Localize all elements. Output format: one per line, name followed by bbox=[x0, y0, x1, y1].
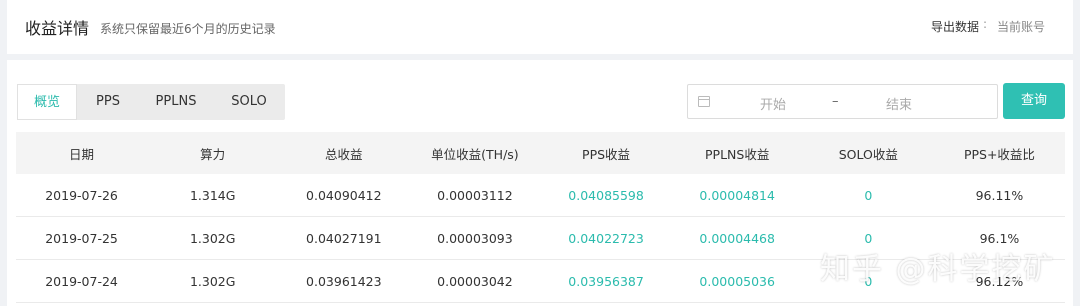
cell-solo-earnings-link[interactable]: 0 bbox=[803, 188, 934, 203]
column-header-total-earnings: 总收益 bbox=[325, 146, 363, 162]
cell-pps-earnings-link[interactable]: 0.03956387 bbox=[541, 274, 672, 289]
table-row: 2019-07-24 1.302G 0.03961423 0.00003042 … bbox=[16, 260, 1065, 303]
export-data-label: 导出数据 bbox=[931, 20, 980, 34]
tab-solo[interactable]: SOLO bbox=[213, 84, 285, 120]
cell-unit-earnings: 0.00003112 bbox=[437, 187, 513, 203]
page-subtitle: 系统只保留最近6个月的历史记录 bbox=[100, 22, 276, 36]
query-button[interactable]: 查询 bbox=[1003, 83, 1065, 119]
calendar-icon bbox=[698, 96, 710, 107]
export-separator: : bbox=[983, 17, 988, 31]
earnings-table: 日期 算力 总收益 单位收益(TH/s) PPS收益 PPLNS收益 SOLO收… bbox=[16, 132, 1065, 303]
column-header-solo-earnings: SOLO收益 bbox=[838, 146, 898, 162]
cell-pps-plus-ratio: 96.1% bbox=[979, 230, 1020, 246]
cell-total-earnings: 0.03961423 bbox=[306, 273, 382, 289]
cell-pps-earnings-link[interactable]: 0.04022723 bbox=[541, 231, 672, 246]
earnings-tabs: 概览 PPS PPLNS SOLO bbox=[17, 84, 285, 120]
cell-hashrate: 1.302G bbox=[189, 273, 236, 289]
cell-pps-plus-ratio: 96.12% bbox=[975, 273, 1024, 289]
cell-total-earnings: 0.04027191 bbox=[306, 230, 382, 246]
cell-pps-earnings-link[interactable]: 0.04085598 bbox=[541, 188, 672, 203]
table-row: 2019-07-26 1.314G 0.04090412 0.00003112 … bbox=[16, 174, 1065, 217]
column-header-pplns-earnings: PPLNS收益 bbox=[705, 146, 770, 162]
cell-date: 2019-07-24 bbox=[45, 273, 118, 289]
column-header-pps-plus-ratio: PPS+收益比 bbox=[963, 146, 1035, 162]
cell-hashrate: 1.302G bbox=[189, 230, 236, 246]
cell-unit-earnings: 0.00003093 bbox=[437, 230, 513, 246]
cell-hashrate: 1.314G bbox=[189, 187, 236, 203]
page-title: 收益详情 bbox=[25, 19, 90, 38]
cell-date: 2019-07-26 bbox=[45, 187, 118, 203]
cell-pplns-earnings-link[interactable]: 0.00005036 bbox=[672, 274, 803, 289]
cell-unit-earnings: 0.00003042 bbox=[437, 273, 513, 289]
end-date-field[interactable]: 结束 bbox=[886, 94, 912, 113]
earnings-panel: 概览 PPS PPLNS SOLO 开始 – 结束 查询 日期 算力 总收益 单… bbox=[7, 60, 1073, 306]
column-header-hashrate: 算力 bbox=[200, 146, 226, 162]
table-header-row: 日期 算力 总收益 单位收益(TH/s) PPS收益 PPLNS收益 SOLO收… bbox=[16, 132, 1065, 174]
cell-date: 2019-07-25 bbox=[45, 230, 118, 246]
tab-pps[interactable]: PPS bbox=[77, 84, 139, 120]
cell-total-earnings: 0.04090412 bbox=[306, 187, 382, 203]
date-range-separator: – bbox=[832, 94, 839, 109]
tab-pplns[interactable]: PPLNS bbox=[139, 84, 213, 120]
cell-solo-earnings-link[interactable]: 0 bbox=[803, 274, 934, 289]
column-header-date: 日期 bbox=[69, 146, 95, 162]
cell-solo-earnings-link[interactable]: 0 bbox=[803, 231, 934, 246]
table-row: 2019-07-25 1.302G 0.04027191 0.00003093 … bbox=[16, 217, 1065, 260]
export-current-account-link[interactable]: 当前账号 bbox=[997, 18, 1045, 35]
date-range-picker[interactable]: 开始 – 结束 bbox=[687, 84, 998, 119]
cell-pps-plus-ratio: 96.11% bbox=[975, 187, 1024, 203]
column-header-pps-earnings: PPS收益 bbox=[582, 146, 631, 162]
tab-overview[interactable]: 概览 bbox=[17, 84, 77, 120]
cell-pplns-earnings-link[interactable]: 0.00004814 bbox=[672, 188, 803, 203]
start-date-field[interactable]: 开始 bbox=[760, 94, 786, 113]
cell-pplns-earnings-link[interactable]: 0.00004468 bbox=[672, 231, 803, 246]
page-header: 收益详情 系统只保留最近6个月的历史记录 导出数据 : 当前账号 bbox=[7, 0, 1073, 54]
column-header-unit-earnings: 单位收益(TH/s) bbox=[431, 146, 519, 162]
